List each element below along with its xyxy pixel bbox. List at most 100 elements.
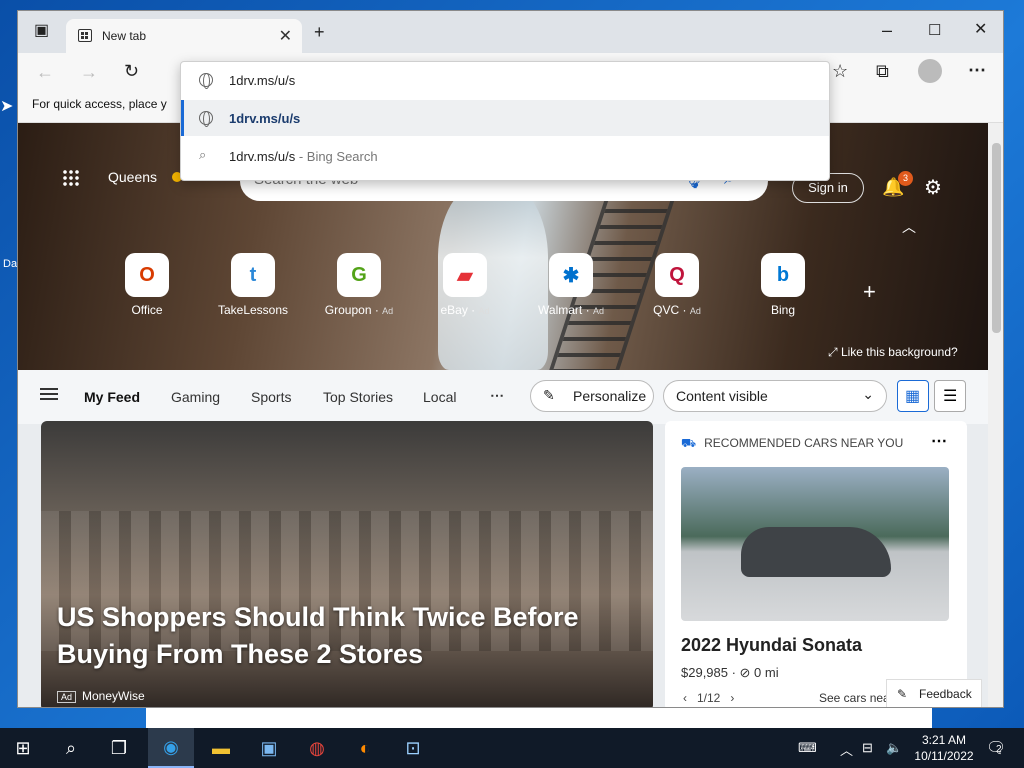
chevron-down-icon: ⌄ <box>862 386 874 402</box>
see-cars-link[interactable]: See cars nea <box>819 691 890 705</box>
top-story-title[interactable]: US Shoppers Should Think Twice Before Bu… <box>57 599 617 673</box>
grid-layout-button[interactable]: ▦ <box>897 380 929 412</box>
collections-icon[interactable]: ⧉ <box>876 62 889 80</box>
car-pager: ‹ 1/12 › <box>683 691 735 705</box>
remote-desktop-icon[interactable]: ⊡ <box>390 728 436 768</box>
quick-link-office[interactable]: O Office <box>92 253 202 317</box>
quick-link-name: TakeLessons <box>217 303 289 317</box>
quick-link-qvc[interactable]: Q QVC · Ad <box>622 253 732 317</box>
card-more-icon[interactable]: ⋯ <box>931 431 947 451</box>
office-icon: O <box>125 253 169 297</box>
clock-time: 3:21 AM <box>921 733 967 747</box>
groupon-icon: G <box>337 253 381 297</box>
recommended-cars-card[interactable]: ⛟ RECOMMENDED CARS NEAR YOU ⋯ 2022 Hyunda… <box>665 421 967 707</box>
content-visibility-dropdown[interactable]: Content visible ⌄ <box>663 380 887 412</box>
scrollbar-thumb[interactable] <box>992 143 1001 333</box>
car-name[interactable]: 2022 Hyundai Sonata <box>681 635 862 656</box>
network-icon[interactable]: ⊟ <box>862 740 873 756</box>
chrome-icon[interactable]: ◍ <box>294 728 340 768</box>
quick-link-label: Office <box>92 303 202 317</box>
feed-tab-gaming[interactable]: Gaming <box>171 389 220 405</box>
address-input-row[interactable]: 1drv.ms/u/s <box>181 62 829 98</box>
top-story-card[interactable]: US Shoppers Should Think Twice Before Bu… <box>41 421 653 707</box>
desktop-icon-label-fragment: Da <box>3 258 18 270</box>
feed-tab-top-stories[interactable]: Top Stories <box>323 389 393 405</box>
tab-new-tab[interactable]: New tab ✕ <box>66 19 302 53</box>
minimize-icon[interactable]: – <box>882 21 892 39</box>
car-price: $29,985 · ⊘ 0 mi <box>681 665 779 680</box>
car-photo <box>681 467 949 621</box>
feedback-button[interactable]: ✎ Feedback <box>886 679 982 707</box>
mouse-cursor-icon: ➤ <box>0 98 14 115</box>
walmart-icon: ✱ <box>549 253 593 297</box>
quick-link-name: Groupon <box>324 303 372 317</box>
suggestion-bing-search[interactable]: ⌕ 1drv.ms/u/s - Bing Search <box>181 138 829 174</box>
search-icon[interactable]: ⌕ <box>48 728 94 768</box>
system-clock[interactable]: 3:21 AM 10/11/2022 <box>912 732 976 764</box>
more-menu-icon[interactable]: ⋯ <box>968 61 986 79</box>
search-icon: ⌕ <box>199 147 207 162</box>
tab-bar: ▣ New tab ✕ + – ☐ ✕ <box>18 11 1003 53</box>
edge-browser-icon[interactable]: ◉ <box>148 728 194 768</box>
quick-link-takelessons[interactable]: t TakeLessons <box>198 253 308 317</box>
new-tab-plus-icon[interactable]: + <box>314 23 325 41</box>
forward-icon[interactable]: → <box>80 63 98 81</box>
new-tab-page: Queens Sunris... 🎙 ⌕ Sign in 🔔 3 ⚙ ︿ OOf… <box>18 123 988 707</box>
collapse-chevron-up-icon[interactable]: ︿ <box>902 217 916 237</box>
refresh-icon[interactable]: ↻ <box>124 62 139 80</box>
task-view-icon[interactable]: ❐ <box>96 728 142 768</box>
start-windows-icon[interactable]: ⊞ <box>0 728 46 768</box>
profile-avatar-icon[interactable] <box>918 59 942 83</box>
apps-grid-icon[interactable] <box>62 169 80 187</box>
volume-icon[interactable]: 🔈 <box>886 740 902 756</box>
suggestion-url[interactable]: 1drv.ms/u/s <box>181 100 829 136</box>
personalize-icon: ✎ <box>543 387 555 403</box>
feedback-label: Feedback <box>919 687 972 701</box>
maximize-icon[interactable]: ☐ <box>928 23 941 38</box>
address-input[interactable]: 1drv.ms/u/s <box>229 73 295 88</box>
feed-tab-my-feed[interactable]: My Feed <box>84 389 140 405</box>
quick-link-walmart[interactable]: ✱ Walmart · Ad <box>516 253 626 317</box>
feed-tab-sports[interactable]: Sports <box>251 389 291 405</box>
back-icon[interactable]: ← <box>36 63 54 81</box>
firefox-icon[interactable]: ◐ <box>342 728 388 768</box>
add-shortcut-plus-icon[interactable]: + <box>863 279 876 305</box>
tab-actions-icon[interactable]: ▣ <box>34 23 49 39</box>
taskbar-preview-strip <box>146 708 932 728</box>
ad-badge: Ad <box>57 691 77 703</box>
feed-navigation: My Feed Gaming Sports Top Stories Local … <box>18 370 988 424</box>
feed-menu-hamburger-icon[interactable] <box>40 388 58 390</box>
quick-link-label: eBay · Ad <box>440 303 490 317</box>
feed-more-icon[interactable]: ⋯ <box>490 387 504 404</box>
quick-link-label: Walmart · Ad <box>538 303 604 317</box>
action-center-count: 2 <box>996 744 1002 755</box>
close-window-icon[interactable]: ✕ <box>974 22 987 38</box>
quick-link-ebay[interactable]: ▰ eBay · Ad <box>410 253 520 317</box>
quick-link-label: Bing <box>728 303 838 317</box>
file-explorer-icon[interactable]: ▬ <box>198 728 244 768</box>
quick-link-label: Groupon · Ad <box>324 303 394 317</box>
settings-gear-icon[interactable]: ⚙ <box>924 175 942 200</box>
store-icon[interactable]: ▣ <box>246 728 292 768</box>
top-story-source: Ad MoneyWise <box>57 689 145 703</box>
globe-icon <box>199 111 213 127</box>
keyboard-icon[interactable]: ⌨ <box>798 740 817 756</box>
quick-link-groupon[interactable]: G Groupon · Ad <box>304 253 414 317</box>
favorites-star-icon[interactable]: ☆ <box>832 62 848 80</box>
ad-label: Ad <box>478 306 490 316</box>
like-background-link[interactable]: ⤢ Like this background? <box>828 345 958 360</box>
personalize-button[interactable]: ✎ Personalize <box>530 380 654 412</box>
suggestion-search-text: 1drv.ms/u/s - Bing Search <box>229 149 378 164</box>
location-label[interactable]: Queens <box>108 169 157 185</box>
tab-title: New tab <box>102 29 147 43</box>
page-scrollbar[interactable] <box>988 123 1003 707</box>
quick-link-name: Office <box>131 303 163 317</box>
close-tab-icon[interactable]: ✕ <box>279 26 292 46</box>
feed-tab-local[interactable]: Local <box>423 389 456 405</box>
bing-icon: b <box>761 253 805 297</box>
list-layout-button[interactable]: ☰ <box>934 380 966 412</box>
quick-link-bing[interactable]: b Bing <box>728 253 838 317</box>
quick-link-name: QVC <box>653 303 680 317</box>
chevron-up-icon[interactable]: ︿ <box>840 740 853 759</box>
globe-icon <box>199 73 213 89</box>
